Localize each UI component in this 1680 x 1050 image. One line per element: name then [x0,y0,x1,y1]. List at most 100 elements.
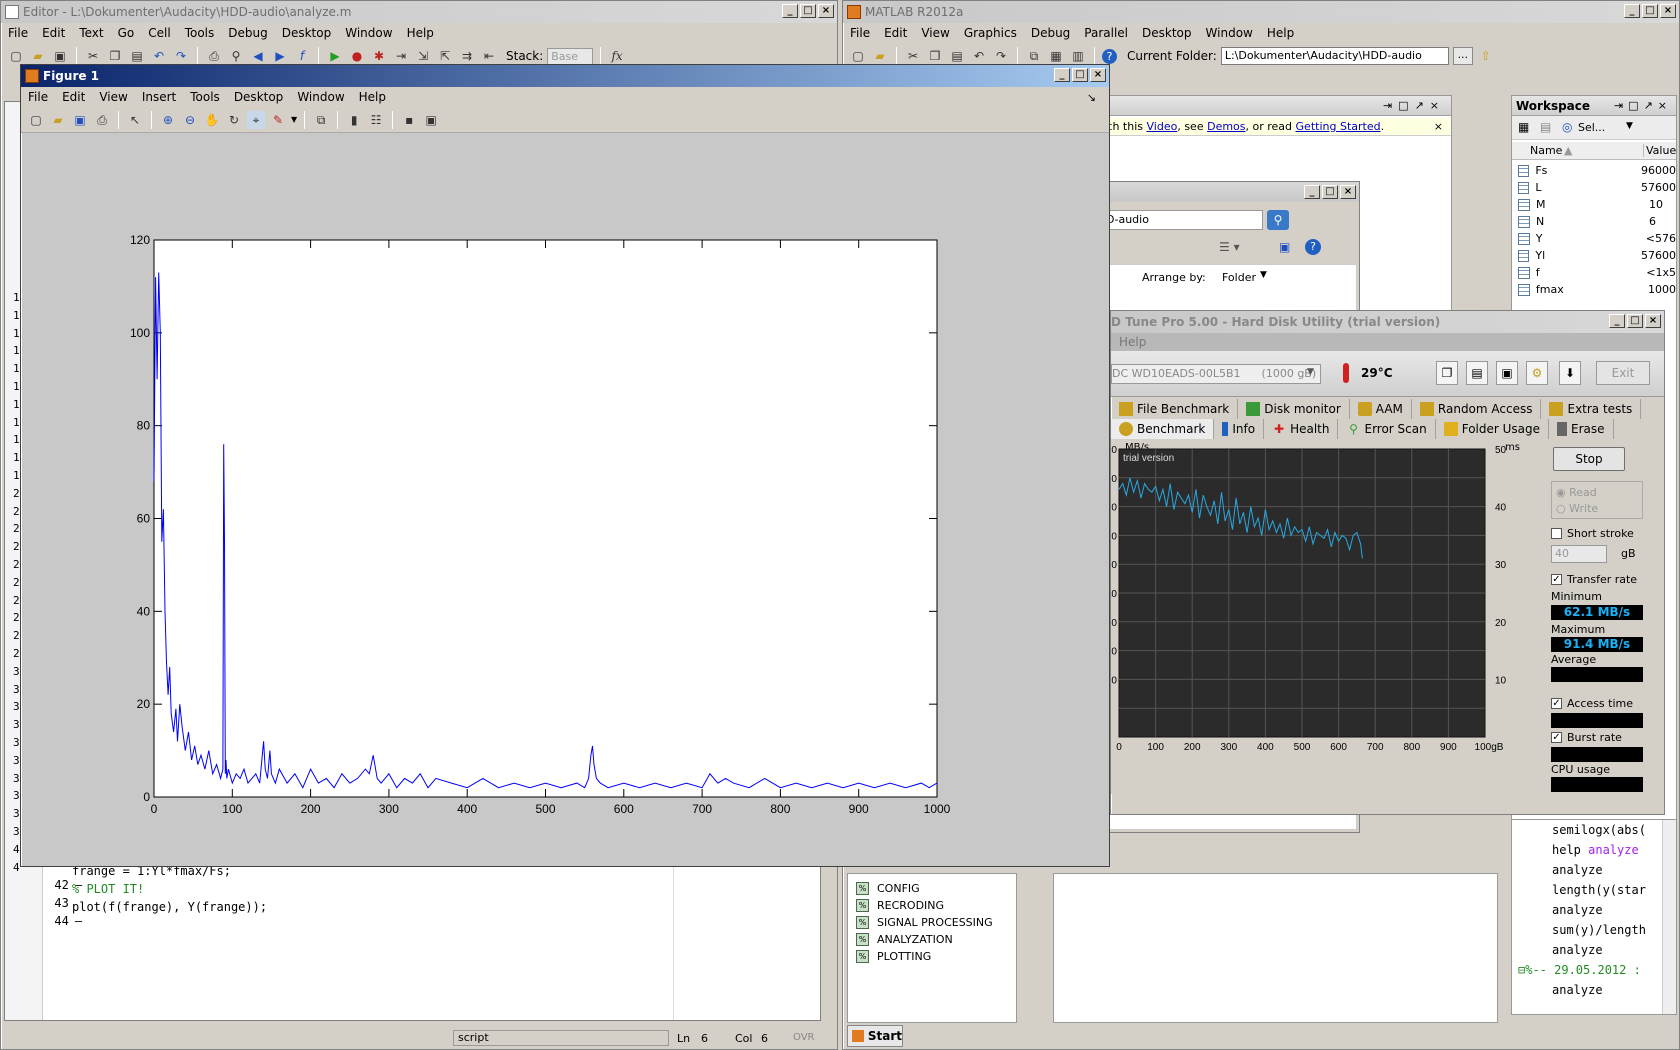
col-value[interactable]: Value [1643,144,1676,157]
clear-breakpoints-icon[interactable]: ✱ [370,47,388,65]
workspace-row[interactable]: Y <576 [1512,230,1676,247]
save-icon[interactable]: ▣ [51,47,69,65]
function-icon[interactable]: f [293,47,311,65]
menu-edit[interactable]: Edit [55,90,92,104]
search-icon[interactable]: ⚲ [1267,210,1289,230]
editor-titlebar[interactable]: Editor - L:\Dokumenter\Audacity\HDD-audi… [1,1,837,23]
access-time-checkbox[interactable]: ✓ Access time [1551,697,1633,710]
print-icon[interactable]: ⎙ [205,47,223,65]
short-stroke-checkbox[interactable]: Short stroke [1551,527,1634,540]
minimize-button[interactable]: _ [1054,68,1070,82]
history-item[interactable]: length(y(star [1512,880,1676,900]
col-name[interactable]: Name [1530,144,1562,157]
menu-tools[interactable]: Tools [183,90,227,104]
minimize-button[interactable]: _ [1304,185,1320,199]
close-button[interactable]: × [1090,68,1106,82]
undo-icon[interactable]: ↶ [970,47,988,65]
current-folder-field[interactable]: L:\Dokumenter\Audacity\HDD-audio [1220,47,1449,65]
workspace-row[interactable]: f <1x5 [1512,264,1676,281]
select-data-icon[interactable]: ◎ [1562,120,1572,134]
close-notice-icon[interactable]: × [1434,118,1443,135]
arrange-select[interactable]: Folder [1222,271,1256,284]
tab-aam[interactable]: AAM [1350,399,1412,419]
close-button[interactable]: × [818,4,834,18]
colorbar-icon[interactable]: ▮ [345,111,363,129]
menu-help[interactable]: Help [1260,26,1301,40]
hide-plot-tools-icon[interactable]: ▪ [400,111,418,129]
maximize-button[interactable]: □ [1627,314,1643,328]
getting-started-link[interactable]: Getting Started [1296,120,1381,133]
cell-item[interactable]: % PLOTTING [856,948,993,965]
menu-help[interactable]: Help [1119,335,1146,349]
find-icon[interactable]: ⚲ [227,47,245,65]
chevron-down-icon[interactable]: ▼ [1626,121,1633,131]
minimize-button[interactable]: _ [1624,4,1640,18]
stack-select[interactable]: Base [547,47,594,65]
stop-button[interactable]: Stop [1553,447,1625,471]
run-icon[interactable]: ▶ [326,47,344,65]
panel-controls-icon[interactable]: ⇥□↗× [1614,99,1672,112]
menu-tools[interactable]: Tools [178,26,222,40]
disk-select[interactable]: DC WD10EADS-00L5B1 (1000 gB) [1111,364,1321,384]
read-radio[interactable]: ◉ Read [1556,486,1597,499]
menu-window[interactable]: Window [290,90,351,104]
maximize-button[interactable]: □ [1072,68,1088,82]
close-button[interactable]: × [1340,185,1356,199]
tab-benchmark[interactable]: Benchmark [1111,419,1215,439]
menu-file[interactable]: File [1,26,35,40]
select-button[interactable]: Sel... [1578,121,1605,134]
workspace-row[interactable]: N6 [1512,213,1676,230]
copy-icon[interactable]: ❐ [106,47,124,65]
print-figure-icon[interactable]: ⎙ [93,111,111,129]
open-folder-icon[interactable]: ▰ [29,47,47,65]
redo-icon[interactable]: ↷ [992,47,1010,65]
tab-info[interactable]: Info [1214,419,1265,439]
zoom-out-icon[interactable]: ⊖ [181,111,199,129]
breakpoint-icon[interactable]: ● [348,47,366,65]
browse-button[interactable]: ... [1452,47,1473,65]
menu-insert[interactable]: Insert [135,90,183,104]
workspace-row[interactable]: fmax 1000 [1512,281,1676,298]
history-session-header[interactable]: ⊟%-- 29.05.2012 : [1512,960,1676,980]
maximize-button[interactable]: □ [1642,4,1658,18]
menu-help[interactable]: Help [400,26,441,40]
workspace-row[interactable]: M 10 [1512,196,1676,213]
history-item[interactable]: sum(y)/length [1512,920,1676,940]
close-button[interactable]: × [1645,314,1661,328]
history-item[interactable]: analyze [1512,940,1676,960]
save-figure-icon[interactable]: ▣ [71,111,89,129]
save-icon[interactable]: ▣ [1496,361,1518,385]
new-variable-icon[interactable]: ▦ [1518,120,1529,134]
chevron-down-icon[interactable]: ▼ [291,115,297,124]
back-icon[interactable]: ◀ [249,47,267,65]
plot-canvas[interactable]: 0 100 200 300 400 500 600 700 800 900 1000 0 20 40 60 8… [21,155,1109,865]
step-icon[interactable]: ⇥ [392,47,410,65]
menu-debug[interactable]: Debug [1024,26,1077,40]
menu-desktop[interactable]: Desktop [1135,26,1199,40]
copy-image-icon[interactable]: ▤ [1466,361,1488,385]
menu-edit[interactable]: Edit [877,26,914,40]
panel-controls-icon[interactable]: ⇥□↗× [1383,99,1445,112]
download-icon[interactable]: ⬇ [1559,361,1581,385]
workspace-row[interactable]: Fs 96000 [1512,162,1676,179]
paste-icon[interactable]: ▤ [948,47,966,65]
tab-file-benchmark[interactable]: File Benchmark [1111,399,1239,419]
cut-icon[interactable]: ✂ [904,47,922,65]
new-file-icon[interactable]: ▢ [7,47,25,65]
history-item[interactable]: semilogx(abs( [1512,820,1676,840]
figure-titlebar[interactable]: Figure 1 _ □ × [21,65,1109,87]
help-icon[interactable]: ? [1305,239,1321,255]
menu-view[interactable]: View [914,26,956,40]
cell-item[interactable]: % RECRODING [856,897,993,914]
history-item[interactable]: help analyze [1512,840,1676,860]
menu-graphics[interactable]: Graphics [957,26,1024,40]
minimize-button[interactable]: _ [782,4,798,18]
close-button[interactable]: × [1660,4,1676,18]
legend-icon[interactable]: ☷ [367,111,385,129]
list-view-icon[interactable]: ☰ ▾ [1219,240,1240,254]
open-file-icon[interactable]: ▰ [49,111,67,129]
history-item[interactable]: analyze [1512,860,1676,880]
breakpoint-dash[interactable]: — [75,914,82,928]
workspace-row[interactable]: L 57600 [1512,179,1676,196]
workspace-row[interactable]: Yl 57600 [1512,247,1676,264]
